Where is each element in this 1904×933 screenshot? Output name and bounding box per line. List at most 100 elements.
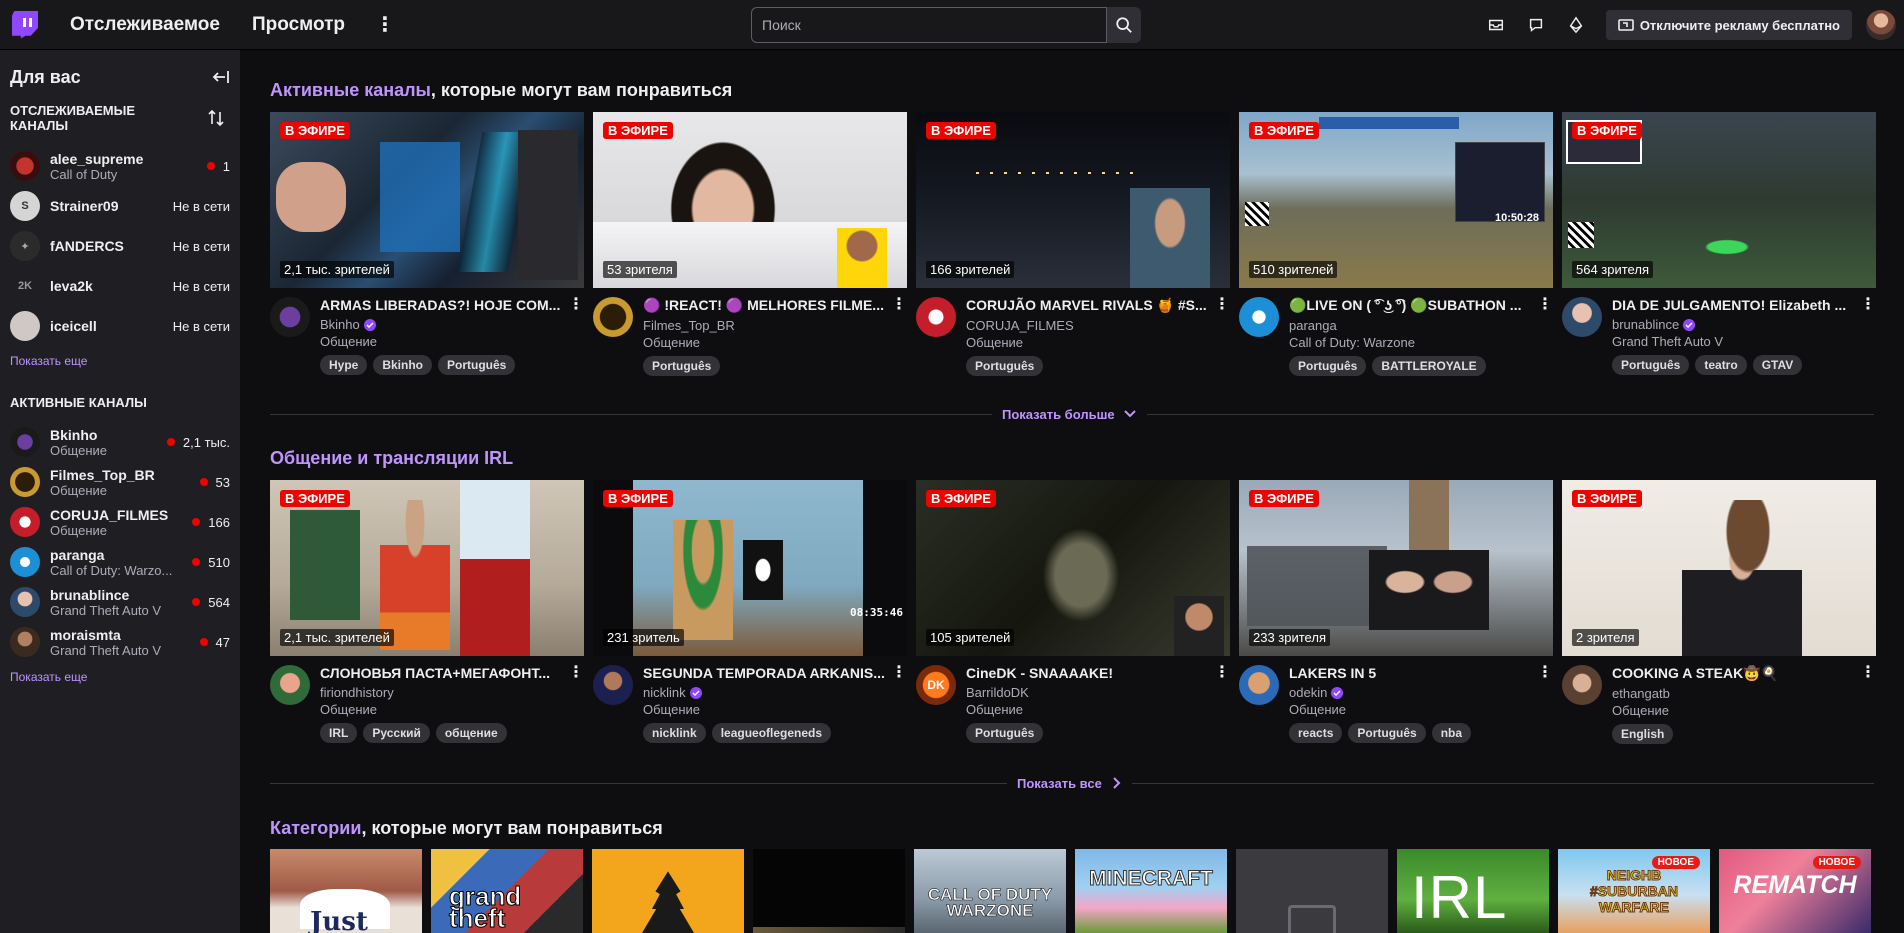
- sidebar-followed-channel[interactable]: S Strainer09 Не в сети: [0, 186, 240, 226]
- sidebar-live-channel[interactable]: Bkinho Общение 2,1 тыс.: [0, 422, 240, 462]
- tag[interactable]: Português: [1289, 356, 1367, 376]
- more-options-icon[interactable]: ⋮: [1214, 297, 1230, 350]
- sidebar-live-channel[interactable]: Filmes_Top_BR Общение 53: [0, 462, 240, 502]
- stream-title[interactable]: DIA DE JULGAMENTO! Elizabeth ...: [1612, 297, 1860, 313]
- search-input[interactable]: [751, 7, 1107, 43]
- sidebar-followed-channel[interactable]: ✦ fANDERCS Не в сети: [0, 226, 240, 266]
- category-link[interactable]: Общение: [966, 702, 1214, 717]
- tag[interactable]: Português: [1348, 723, 1426, 743]
- channel-name-link[interactable]: firiondhistory: [320, 685, 394, 700]
- section-title-link[interactable]: Общение и трансляции IRL: [270, 448, 513, 468]
- channel-avatar[interactable]: [1562, 665, 1602, 705]
- category-link[interactable]: Общение: [320, 334, 568, 349]
- nav-browse-link[interactable]: Просмотр: [252, 14, 345, 36]
- category-tile[interactable]: [1236, 849, 1388, 933]
- category-link[interactable]: Общение: [966, 335, 1214, 350]
- show-more-followed-link[interactable]: Показать еще: [0, 354, 240, 368]
- stream-thumbnail[interactable]: В ЭФИРЕ 564 зрителя: [1562, 112, 1876, 288]
- more-options-icon[interactable]: ⋮: [1860, 665, 1876, 718]
- channel-name-link[interactable]: Bkinho: [320, 317, 360, 332]
- bits-icon[interactable]: [1558, 7, 1594, 43]
- category-link[interactable]: Общение: [643, 702, 891, 717]
- channel-name-link[interactable]: odekin: [1289, 685, 1327, 700]
- category-tile[interactable]: [753, 849, 905, 933]
- category-tile[interactable]: NEIGHB #SUBURBAN WARFARE НОВОЕ: [1558, 849, 1710, 933]
- more-options-icon[interactable]: ⋮: [891, 665, 907, 717]
- stream-thumbnail[interactable]: 10:50:28 В ЭФИРЕ 510 зрителей: [1239, 112, 1553, 288]
- show-more-live-link[interactable]: Показать еще: [0, 670, 240, 684]
- sidebar-followed-channel[interactable]: 2K leva2k Не в сети: [0, 266, 240, 306]
- sidebar-live-channel[interactable]: CORUJA_FILMES Общение 166: [0, 502, 240, 542]
- channel-avatar[interactable]: DK: [916, 665, 956, 705]
- category-tile[interactable]: grand theft: [431, 849, 583, 933]
- channel-avatar[interactable]: [916, 297, 956, 337]
- more-options-icon[interactable]: ⋮: [891, 297, 907, 350]
- tag[interactable]: Русский: [363, 723, 430, 743]
- tag[interactable]: Bkinho: [373, 355, 433, 375]
- tag[interactable]: Hype: [320, 355, 368, 375]
- section-title-link[interactable]: Категории: [270, 818, 361, 838]
- stream-thumbnail[interactable]: В ЭФИРЕ 166 зрителей: [916, 112, 1230, 288]
- tag[interactable]: leagueoflegeneds: [711, 723, 832, 743]
- tag[interactable]: BATTLEROYALE: [1372, 356, 1486, 376]
- channel-avatar[interactable]: [593, 297, 633, 337]
- tag[interactable]: общение: [435, 723, 507, 743]
- show-all-button[interactable]: Показать все: [1007, 775, 1132, 791]
- more-options-icon[interactable]: ⋮: [568, 665, 584, 717]
- channel-name-link[interactable]: paranga: [1289, 318, 1337, 333]
- tag[interactable]: Português: [438, 355, 516, 375]
- more-options-icon[interactable]: ⋮: [1537, 297, 1553, 350]
- category-link[interactable]: Общение: [1289, 702, 1537, 717]
- more-options-icon[interactable]: ⋮: [1537, 665, 1553, 717]
- sort-icon[interactable]: [208, 109, 224, 127]
- more-options-icon[interactable]: ⋮: [1860, 297, 1876, 349]
- sidebar-followed-channel[interactable]: alee_supreme Call of Duty 1: [0, 146, 240, 186]
- tag[interactable]: English: [1612, 724, 1674, 744]
- channel-name-link[interactable]: CORUJA_FILMES: [966, 318, 1074, 333]
- more-options-icon[interactable]: ⋮: [375, 15, 395, 35]
- tag[interactable]: Português: [966, 723, 1044, 743]
- category-link[interactable]: Общение: [1612, 703, 1860, 718]
- sidebar-followed-channel[interactable]: iceicell Не в сети: [0, 306, 240, 346]
- whispers-icon[interactable]: [1518, 7, 1554, 43]
- stream-title[interactable]: COOKING A STEAK🤠🍳: [1612, 665, 1860, 682]
- stream-thumbnail[interactable]: В ЭФИРЕ 105 зрителей: [916, 480, 1230, 656]
- stream-thumbnail[interactable]: 08:35:46 В ЭФИРЕ 231 зритель: [593, 480, 907, 656]
- inbox-icon[interactable]: [1478, 7, 1514, 43]
- nav-following-link[interactable]: Отслеживаемое: [70, 14, 220, 36]
- tag[interactable]: teatro: [1695, 355, 1747, 375]
- stream-thumbnail[interactable]: В ЭФИРЕ 2,1 тыс. зрителей: [270, 480, 584, 656]
- category-tile[interactable]: IRL: [1397, 849, 1549, 933]
- more-options-icon[interactable]: ⋮: [568, 297, 584, 349]
- section-title-link[interactable]: Активные каналы: [270, 80, 431, 100]
- collapse-sidebar-icon[interactable]: [212, 69, 230, 85]
- stream-thumbnail[interactable]: В ЭФИРЕ 233 зрителя: [1239, 480, 1553, 656]
- tag[interactable]: Português: [966, 356, 1044, 376]
- twitch-logo-icon[interactable]: [12, 10, 38, 39]
- channel-avatar[interactable]: [593, 665, 633, 705]
- user-avatar[interactable]: [1866, 10, 1896, 40]
- stream-title[interactable]: 🟣 !REACT! 🟣 MELHORES FILME...: [643, 297, 891, 314]
- stream-title[interactable]: SEGUNDA TEMPORADA ARKANIS...: [643, 665, 891, 681]
- stream-title[interactable]: LAKERS IN 5: [1289, 665, 1537, 681]
- tag[interactable]: GTAV: [1752, 355, 1803, 375]
- sidebar-live-channel[interactable]: paranga Call of Duty: Warzo... 510: [0, 542, 240, 582]
- category-tile[interactable]: CALL OF DUTY WARZONE: [914, 849, 1066, 933]
- tag[interactable]: nicklink: [643, 723, 706, 743]
- channel-name-link[interactable]: ethangatb: [1612, 686, 1670, 701]
- stream-thumbnail[interactable]: В ЭФИРЕ 2 зрителя: [1562, 480, 1876, 656]
- channel-avatar[interactable]: [1562, 297, 1602, 337]
- channel-name-link[interactable]: Filmes_Top_BR: [643, 318, 735, 333]
- stream-title[interactable]: CORUJÃO MARVEL RIVALS 🍯 #S...: [966, 297, 1214, 314]
- stream-title[interactable]: ARMAS LIBERADAS?! HOJE COM...: [320, 297, 568, 313]
- category-tile[interactable]: MINECRAFT: [1075, 849, 1227, 933]
- tag[interactable]: IRL: [320, 723, 358, 743]
- stream-title[interactable]: СЛОНОВЬЯ ПАСТА+МЕГАФОНТ...: [320, 665, 568, 681]
- category-tile[interactable]: [592, 849, 744, 933]
- category-link[interactable]: Grand Theft Auto V: [1612, 334, 1860, 349]
- channel-avatar[interactable]: [1239, 665, 1279, 705]
- stream-thumbnail[interactable]: В ЭФИРЕ 53 зрителя: [593, 112, 907, 288]
- stream-thumbnail[interactable]: В ЭФИРЕ 2,1 тыс. зрителей: [270, 112, 584, 288]
- channel-avatar[interactable]: [270, 297, 310, 337]
- channel-avatar[interactable]: [270, 665, 310, 705]
